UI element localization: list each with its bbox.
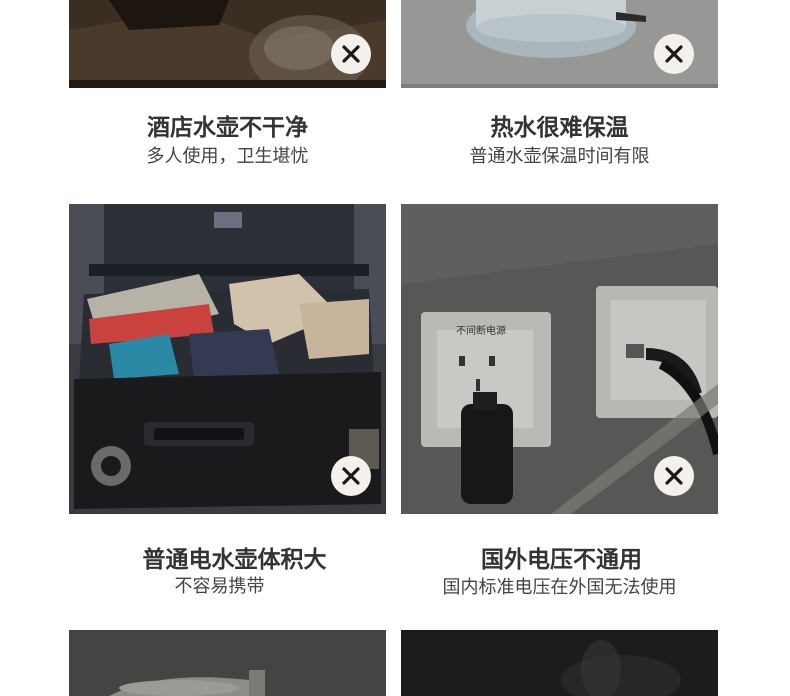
socket-label: 不间断电源 xyxy=(456,324,506,337)
card-subtitle: 不容易携带 xyxy=(174,576,265,597)
bottom-right-photo xyxy=(401,630,718,696)
card-subtitle: 多人使用，卫生堪忧 xyxy=(146,146,309,167)
close-icon xyxy=(665,45,683,63)
cross-badge xyxy=(331,456,371,496)
card-title: 酒店水壶不干净 xyxy=(147,115,308,141)
close-icon xyxy=(342,467,360,485)
card-subtitle: 国内标准电压在外国无法使用 xyxy=(442,577,677,598)
cross-badge xyxy=(331,34,371,74)
close-icon xyxy=(342,45,360,63)
card-title: 普通电水壶体积大 xyxy=(142,547,327,573)
cross-badge xyxy=(654,34,694,74)
cross-badge xyxy=(654,456,694,496)
close-icon xyxy=(665,467,683,485)
card-title: 国外电压不通用 xyxy=(481,547,642,573)
card-subtitle: 普通水壶保温时间有限 xyxy=(469,146,650,167)
bottom-left-photo xyxy=(69,630,386,696)
card-title: 热水很难保温 xyxy=(490,115,629,141)
